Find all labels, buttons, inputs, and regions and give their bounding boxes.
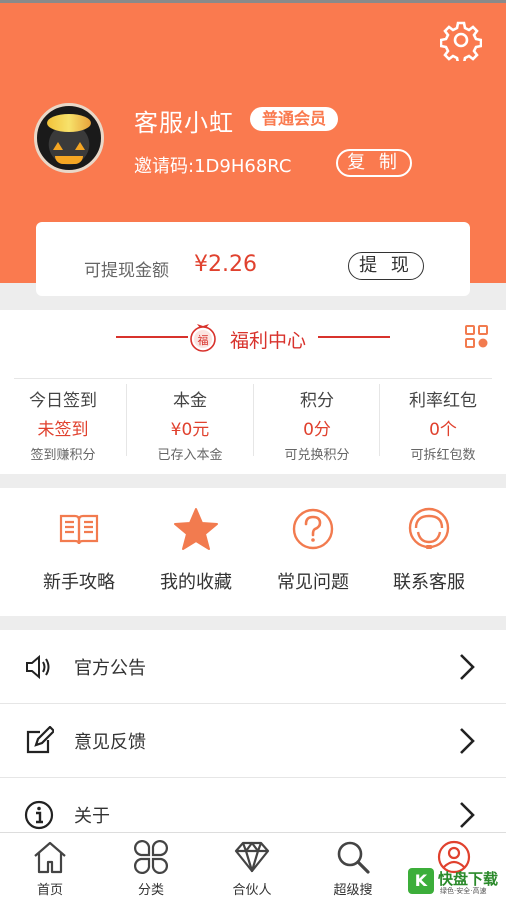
quick-link-support[interactable]: 联系客服 (366, 506, 492, 594)
title-line-right (318, 336, 390, 338)
member-level-badge: 普通会员 (250, 107, 339, 131)
stat-title: 今日签到 (29, 391, 97, 411)
fu-bag-icon: 福 (190, 324, 216, 352)
settings-menu: 官方公告 意见反馈 关于 (0, 630, 506, 852)
stat-value: 未签到 (37, 420, 89, 440)
balance-label: 可提现金额 (84, 261, 169, 281)
info-icon (24, 800, 54, 830)
stat-title: 本金 (173, 391, 207, 411)
invite-code: 邀请码:1D9H68RC (134, 156, 292, 177)
gear-icon[interactable] (440, 19, 482, 61)
stat-value: ¥0元 (170, 420, 210, 440)
chevron-right-icon (460, 728, 475, 754)
stat-principal[interactable]: 本金 ¥0元 已存入本金 (127, 382, 253, 463)
stat-subtitle: 可拆红包数 (410, 448, 476, 463)
stat-value: 0分 (303, 420, 331, 440)
stat-checkin[interactable]: 今日签到 未签到 签到赚积分 (0, 382, 126, 463)
balance-card: 可提现金额 ¥2.26 提 现 (36, 222, 470, 296)
tab-label: 超级搜 (333, 883, 373, 898)
quick-link-label: 新手攻略 (43, 572, 115, 593)
watermark-logo: K 快盘下载 绿色·安全·高速 (404, 866, 504, 898)
question-icon (292, 508, 334, 550)
tab-label: 首页 (36, 883, 63, 898)
watermark-subtitle: 绿色·安全·高速 (440, 887, 487, 895)
edit-icon (26, 726, 54, 754)
stat-red-packets[interactable]: 利率红包 0个 可拆红包数 (380, 382, 506, 463)
avatar[interactable] (34, 103, 104, 173)
search-icon (337, 841, 370, 874)
watermark-badge: K (408, 868, 434, 894)
tab-home[interactable]: 首页 (0, 839, 100, 898)
stat-value: 0个 (429, 420, 457, 440)
grid-menu-icon[interactable] (464, 324, 490, 350)
divider (14, 378, 492, 379)
welfare-center: 福 福利中心 今日签到 未签到 签到赚积分 本金 ¥0元 已存入本金 积分 0分… (0, 310, 506, 474)
tab-category[interactable]: 分类 (101, 839, 201, 898)
category-icon (134, 840, 168, 874)
quick-link-label: 我的收藏 (160, 572, 232, 593)
speaker-icon (26, 654, 50, 680)
chevron-right-icon (460, 802, 475, 828)
tab-label: 合伙人 (232, 883, 272, 898)
withdraw-button[interactable]: 提 现 (348, 252, 424, 280)
menu-item-label: 官方公告 (74, 658, 146, 679)
quick-link-label: 联系客服 (393, 572, 465, 593)
quick-link-label: 常见问题 (277, 572, 349, 593)
fu-char: 福 (198, 333, 209, 347)
menu-item-label: 关于 (74, 806, 110, 827)
stat-title: 利率红包 (409, 391, 477, 411)
menu-item-label: 意见反馈 (74, 732, 146, 753)
balance-value: ¥2.26 (194, 252, 257, 277)
star-icon (174, 508, 218, 550)
quick-link-guide[interactable]: 新手攻略 (16, 506, 142, 594)
stat-subtitle: 签到赚积分 (30, 448, 96, 463)
quick-links: 新手攻略 我的收藏 常见问题 联系客服 (0, 488, 506, 616)
chevron-right-icon (460, 654, 475, 680)
book-icon (59, 514, 99, 545)
quick-link-faq[interactable]: 常见问题 (250, 506, 376, 594)
tab-super-search[interactable]: 超级搜 (303, 839, 403, 898)
stat-subtitle: 已存入本金 (157, 448, 223, 463)
welfare-title: 福利中心 (230, 330, 307, 352)
title-line-left (116, 336, 188, 338)
headset-icon (408, 507, 450, 549)
menu-item-announcements[interactable]: 官方公告 (0, 630, 506, 704)
stat-subtitle: 可兑换积分 (284, 448, 350, 463)
diamond-icon (234, 841, 270, 873)
stat-points[interactable]: 积分 0分 可兑换积分 (254, 382, 380, 463)
menu-item-feedback[interactable]: 意见反馈 (0, 704, 506, 778)
home-icon (34, 841, 66, 874)
tab-partner[interactable]: 合伙人 (202, 839, 302, 898)
stat-title: 积分 (300, 391, 334, 411)
tab-label: 分类 (137, 883, 164, 898)
quick-link-favorites[interactable]: 我的收藏 (133, 506, 259, 594)
copy-button[interactable]: 复 制 (336, 149, 412, 177)
username: 客服小虹 (134, 109, 234, 137)
